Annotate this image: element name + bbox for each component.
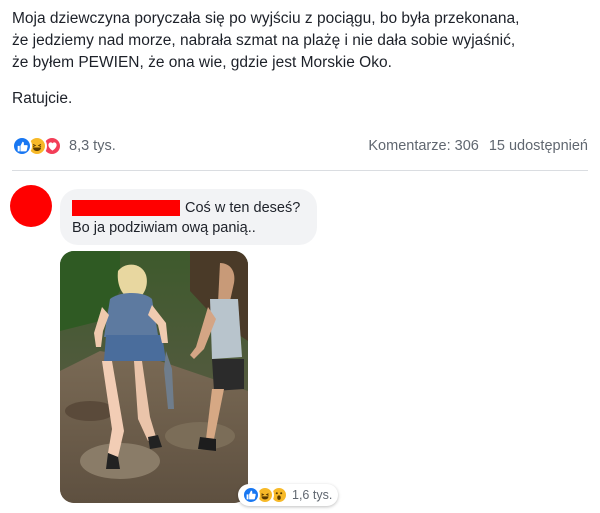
post-text-line: że byłem PEWIEN, że ona wie, gdzie jest … [12, 54, 392, 71]
photo-image [60, 251, 248, 503]
divider [12, 170, 588, 171]
reactions-bar: 8,3 tys. Komentarze: 306 15 udostępnień [12, 135, 588, 157]
post-text-line: Ratujcie. [12, 90, 73, 107]
redacted-author-name [72, 200, 180, 216]
photo-reactions[interactable]: 1,6 tys. [238, 484, 339, 506]
post-text: Moja dziewczyna poryczała się po wyjściu… [12, 8, 592, 110]
comment-bubble: Coś w ten deseś? Bo ja podziwiam ową pan… [60, 189, 317, 245]
comment-text-line: Coś w ten deseś? [185, 200, 301, 216]
post-text-line: że jedziemy nad morze, nabrała szmat na … [12, 32, 516, 49]
avatar[interactable] [10, 185, 52, 227]
like-icon [12, 136, 32, 156]
reactions-summary[interactable] [12, 136, 62, 156]
post-text-line: Moja dziewczyna poryczała się po wyjściu… [12, 10, 520, 27]
comment-text-line: Bo ja podziwiam ową panią.. [72, 220, 256, 236]
like-icon [242, 486, 260, 504]
shares-count-link[interactable]: 15 udostępnień [489, 138, 588, 154]
comments-count-link[interactable]: Komentarze: 306 [368, 138, 478, 154]
photo-reaction-count: 1,6 tys. [292, 488, 333, 502]
reaction-count[interactable]: 8,3 tys. [69, 138, 116, 154]
comment-photo[interactable] [60, 251, 248, 503]
